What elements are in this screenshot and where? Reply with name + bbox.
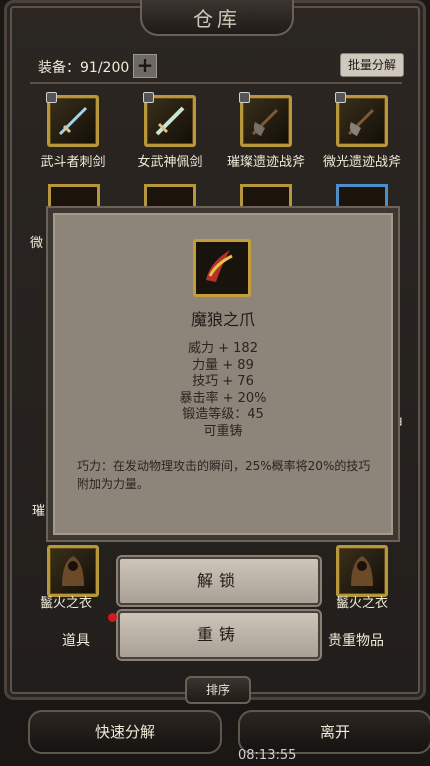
item-slot[interactable]: 女武神佩剑 (120, 92, 220, 170)
stat-power: 威力 + 182 (188, 341, 258, 356)
stat-crit: 暴击率 + 20% (179, 390, 267, 406)
expand-capacity-button[interactable]: + (133, 54, 157, 78)
divider (30, 82, 402, 84)
axe-icon (239, 92, 292, 147)
tab-items[interactable]: 道具 (62, 630, 90, 650)
item-name: 璀璨遗迹战斧 (226, 155, 305, 170)
item-name: 微光遗迹战斧 (322, 155, 401, 170)
item-name-fragment: 微 (30, 236, 44, 251)
item-description: 巧力：在发动物理攻击的瞬间，25%概率将20%的技巧附加为力量。 (77, 459, 371, 491)
page-title: 仓库 (193, 6, 241, 31)
stat-strength: 力量 + 89 (192, 357, 254, 373)
item-slot[interactable]: 璀璨遗迹战斧 (216, 92, 316, 170)
cloak-icon (336, 545, 388, 597)
equipment-count: 装备：91/200 (38, 60, 130, 76)
item-title: 魔狼之爪 (190, 310, 255, 329)
plus-icon: + (136, 53, 154, 77)
item-name: 鬣火之衣 (336, 596, 389, 611)
batch-decompose-button[interactable]: 批量分解 (340, 53, 404, 77)
quick-decompose-button[interactable]: 快速分解 (28, 710, 222, 754)
stat-reforgeable: 可重铸 (203, 423, 243, 439)
item-tooltip: 魔狼之爪 威力 + 182 力量 + 89 技巧 + 76 暴击率 + 20% … (48, 208, 398, 540)
title-bar: 仓库 (140, 0, 294, 36)
stat-list: 威力 + 182 力量 + 89 技巧 + 76 暴击率 + 20% 锻造等级：… (53, 341, 393, 440)
item-slot[interactable] (23, 545, 123, 597)
item-slot[interactable]: 武斗者刺剑 (23, 92, 123, 170)
clock: 08:13:55 (238, 748, 297, 763)
unlock-button[interactable]: 解锁 (118, 557, 320, 605)
axe-icon (335, 92, 388, 147)
item-name: 女武神佩剑 (137, 155, 203, 170)
item-slot[interactable] (312, 545, 412, 597)
sword-icon (143, 92, 196, 147)
item-name-fragment: 璀 (32, 504, 46, 519)
item-slot[interactable]: 微光遗迹战斧 (312, 92, 412, 170)
stat-skill: 技巧 + 76 (192, 374, 254, 389)
rapier-icon (46, 92, 99, 147)
item-name: 武斗者刺剑 (40, 155, 106, 170)
tab-valuables[interactable]: 贵重物品 (328, 630, 384, 650)
stat-forge-level: 锻造等级：45 (182, 407, 264, 422)
reforge-button[interactable]: 重铸 (118, 611, 320, 659)
notification-dot (108, 613, 117, 622)
claw-icon (193, 239, 251, 297)
sort-button[interactable]: 排序 (185, 676, 251, 704)
cloak-icon (47, 545, 99, 597)
item-name: 鬣火之衣 (40, 596, 93, 611)
